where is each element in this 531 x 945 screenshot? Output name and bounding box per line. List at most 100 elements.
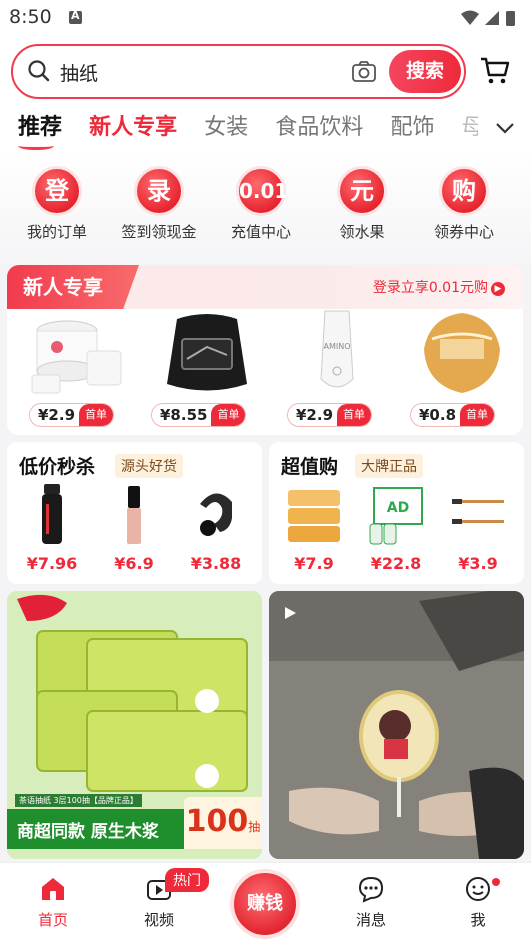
flash-sale-section[interactable]: 低价秒杀 源头好货 ¥7.96 ¥6.9 ¥3.88	[7, 442, 262, 584]
tab-maternal[interactable]: 母	[462, 111, 478, 145]
tab-women-clothing[interactable]: 女装	[204, 111, 248, 145]
product-small-label: 茶语抽纸 3层100抽【品牌正品】	[15, 794, 142, 807]
feed-item-tissue[interactable]: 茶语抽纸 3层100抽【品牌正品】 商超同款 原生木浆 100抽	[7, 591, 262, 859]
price-tag: ¥8.55 首单	[151, 403, 247, 427]
tab-profile[interactable]: 我	[438, 875, 518, 930]
arrow-right-icon: ▶	[491, 282, 505, 296]
message-icon	[358, 876, 384, 903]
signal-icon	[485, 11, 499, 25]
tab-accessories[interactable]: 配饰	[390, 111, 434, 145]
profile-icon	[466, 877, 490, 901]
tab-messages[interactable]: 消息	[331, 875, 411, 930]
wet-wipes-icon	[31, 320, 122, 394]
brand-deals-section[interactable]: 超值购 大牌正品 ¥7.9 AD ¥22.8 ¥3.9	[269, 442, 524, 584]
quick-entry-recharge[interactable]: 0.01 充值中心	[211, 166, 311, 242]
quick-badge: 0.01	[236, 166, 288, 216]
category-tabs: 推荐 新人专享 女装 食品饮料 配饰 母	[18, 111, 478, 151]
feed-item-video[interactable]	[269, 591, 524, 859]
price-tag: ¥0.8 首单	[410, 403, 496, 427]
lipstick-icon	[127, 486, 141, 544]
price-tag: ¥2.9 首单	[287, 403, 373, 427]
chevron-down-icon[interactable]	[494, 120, 516, 140]
login-promo-link[interactable]: 登录立享0.01元购 ▶	[373, 277, 505, 297]
quick-entry-checkin[interactable]: 录 签到领现金	[109, 166, 209, 242]
status-time: 8:50	[9, 6, 52, 28]
product-price: ¥7.96	[26, 554, 78, 573]
bread-pack-icon	[288, 490, 340, 542]
notification-a-icon	[69, 9, 82, 24]
first-order-badge: 首单	[460, 404, 495, 426]
product-price: ¥2.9	[296, 406, 334, 424]
flash-sale-product[interactable]: ¥3.88	[181, 482, 251, 578]
new-user-product[interactable]: ¥8.55 首单	[147, 309, 267, 435]
quick-badge: 购	[439, 166, 489, 216]
product-price: ¥0.8	[419, 406, 457, 424]
tab-messages-label: 消息	[355, 911, 386, 929]
quick-label: 领券中心	[433, 223, 494, 241]
video-play-icon	[283, 605, 297, 624]
quick-label: 充值中心	[230, 223, 291, 241]
flash-sale-product[interactable]: ¥7.96	[17, 482, 87, 578]
new-user-section: 新人专享 登录立享0.01元购 ▶ ¥2.9 首单 ¥8.55 首单 AMINO…	[7, 265, 523, 435]
product-price: ¥22.8	[370, 554, 422, 573]
quick-badge: 登	[32, 166, 82, 216]
search-input[interactable]: 抽纸	[60, 59, 98, 86]
brand-deals-product[interactable]: ¥7.9	[279, 482, 349, 578]
camera-icon[interactable]	[351, 60, 377, 88]
tab-home-label: 首页	[37, 911, 68, 929]
status-indicators	[459, 8, 519, 32]
search-button[interactable]: 搜索	[389, 50, 461, 93]
chopsticks-icon	[452, 499, 504, 524]
home-icon	[42, 878, 64, 900]
battery-icon	[506, 11, 515, 26]
product-banner-text: 商超同款 原生木浆	[17, 822, 159, 842]
product-price: ¥2.9	[38, 406, 76, 424]
first-order-badge: 首单	[337, 404, 372, 426]
facial-cleanser-icon: AMINO	[320, 310, 354, 388]
brand-deals-product[interactable]: AD ¥22.8	[361, 482, 431, 578]
earn-button[interactable]: 赚钱	[230, 869, 300, 939]
quick-entry-coupons[interactable]: 购 领券中心	[414, 166, 514, 242]
product-price: ¥7.9	[294, 554, 334, 573]
new-user-title: 新人专享	[7, 265, 139, 309]
quick-entry-fruit[interactable]: 元 领水果	[312, 166, 412, 242]
tab-new-user[interactable]: 新人专享	[89, 111, 177, 145]
tab-video-label: 视频	[143, 911, 174, 929]
sheet-count-badge: 100抽	[184, 797, 262, 849]
search-bar[interactable]: 抽纸 搜索	[11, 44, 466, 99]
product-price: ¥6.9	[114, 554, 154, 573]
quick-label: 签到领现金	[121, 223, 197, 241]
brand-deals-product[interactable]: ¥3.9	[443, 482, 513, 578]
flash-sale-product[interactable]: ¥6.9	[99, 482, 169, 578]
quick-label: 领水果	[339, 223, 385, 241]
notification-dot	[490, 876, 502, 888]
quick-label: 我的订单	[26, 223, 87, 241]
quick-entry-orders[interactable]: 登 我的订单	[7, 166, 107, 242]
product-price: ¥3.88	[190, 554, 242, 573]
flash-sale-title: 低价秒杀	[19, 456, 96, 478]
tab-home[interactable]: 首页	[13, 875, 93, 930]
new-user-product[interactable]: ¥2.9 首单	[17, 309, 137, 435]
quick-badge: 录	[134, 166, 184, 216]
thermos-bottle-icon	[42, 484, 62, 544]
brand-deals-subtitle: 大牌正品	[355, 454, 423, 478]
tab-profile-label: 我	[470, 911, 486, 929]
belt-icon	[167, 314, 247, 391]
bottom-tab-bar: 首页 视频 热门 赚钱 消息 我	[0, 862, 531, 945]
flash-sale-subtitle: 源头好货	[115, 454, 183, 478]
tab-recommend[interactable]: 推荐	[18, 111, 62, 150]
first-order-badge: 首单	[79, 404, 114, 426]
earphone-icon	[200, 493, 232, 536]
tab-food-drink[interactable]: 食品饮料	[275, 111, 363, 145]
search-icon	[27, 59, 51, 87]
pastry-icon	[424, 313, 500, 393]
new-user-product[interactable]: AMINO ¥2.9 首单	[277, 309, 397, 435]
quick-entries: 登 我的订单 录 签到领现金 0.01 充值中心 元 领水果 购 领券中心	[0, 166, 531, 246]
svg-text:AMINO: AMINO	[323, 342, 350, 351]
cart-icon[interactable]	[479, 55, 511, 89]
product-price: ¥3.9	[458, 554, 498, 573]
product-price: ¥8.55	[160, 406, 208, 424]
sheet-count: 100	[185, 804, 249, 839]
new-user-product[interactable]: ¥0.8 首单	[402, 309, 522, 435]
video-thumbnail	[269, 591, 524, 859]
